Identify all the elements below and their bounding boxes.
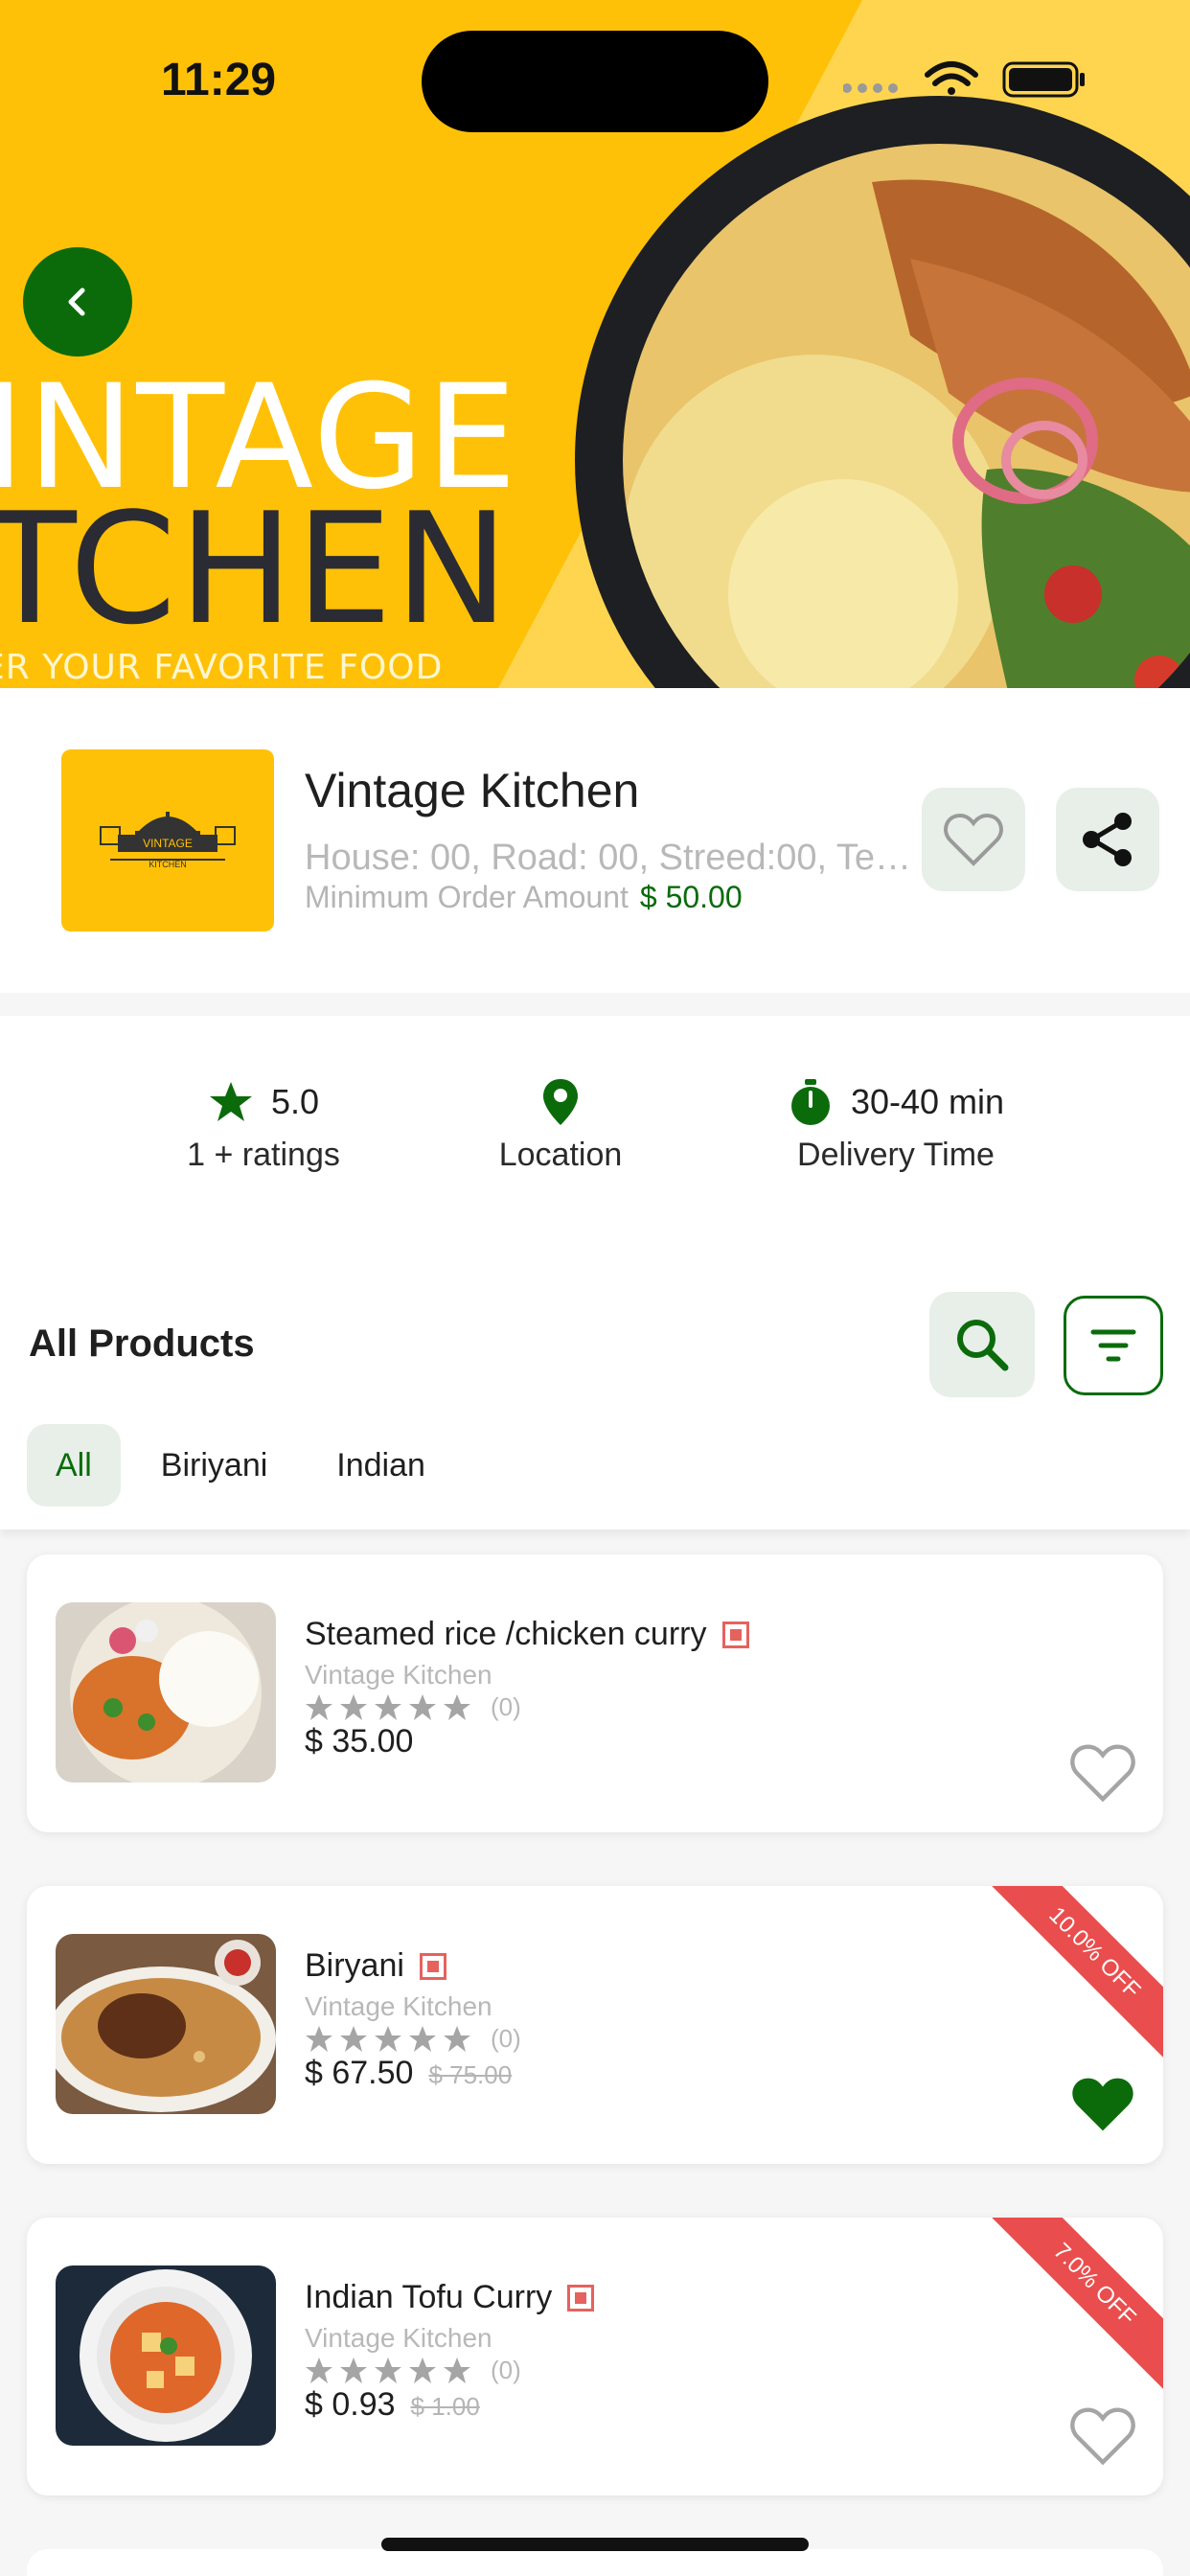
products-header: All Products All Biriyani Indian [0, 1236, 1190, 1530]
restaurant-info-card: VINTAGE KITCHEN Vintage Kitchen House: 0… [0, 688, 1190, 993]
product-price: $ 0.93 [305, 2386, 396, 2423]
min-order-value: $ 50.00 [639, 880, 743, 914]
restaurant-name: Vintage Kitchen [305, 764, 640, 817]
logo-cloche-icon: VINTAGE KITCHEN [100, 812, 236, 869]
restaurant-stats: 5.0 1 + ratings Location 30-40 min Deliv… [0, 1016, 1190, 1236]
star-rating-icon [306, 2025, 470, 2052]
discount-ribbon: 10.0% OFF [988, 1886, 1163, 2059]
home-indicator[interactable] [381, 2538, 809, 2551]
product-price: $ 67.50 [305, 2055, 414, 2091]
search-icon [957, 1320, 1009, 1371]
star-rating-icon [306, 1693, 470, 1720]
location-pin-icon [543, 1079, 578, 1125]
back-chevron-icon [68, 288, 85, 316]
product-image [56, 1602, 276, 1782]
delivery-time-label: Delivery Time [797, 1137, 995, 1173]
status-icons [843, 61, 1085, 98]
product-name: Steamed rice /chicken curry [305, 1616, 707, 1652]
min-order-label: Minimum Order Amount [305, 880, 629, 914]
product-card[interactable]: 7.0% OFF Indian Tofu Curry Vintage Kitch… [27, 2218, 1163, 2496]
star-rating-icon [306, 2357, 470, 2383]
category-chips: All Biriyani Indian [27, 1424, 454, 1506]
product-card[interactable]: 10.0% OFF Biryani Vintage Kitchen (0) $ … [27, 1886, 1163, 2164]
product-restaurant: Vintage Kitchen [305, 2323, 492, 2353]
product-name: Indian Tofu Curry [305, 2279, 553, 2315]
back-button[interactable] [23, 247, 132, 356]
status-time: 11:29 [161, 55, 277, 105]
non-veg-icon [419, 1952, 446, 1980]
chip-all[interactable]: All [27, 1424, 121, 1506]
signal-icon [843, 83, 898, 93]
chip-biriyani[interactable]: Biriyani [132, 1424, 296, 1506]
heart-outline-icon[interactable] [1069, 2405, 1136, 2467]
chip-indian[interactable]: Indian [308, 1424, 454, 1506]
min-order-row: Minimum Order Amount $ 50.00 [305, 880, 743, 915]
location-label: Location [498, 1137, 623, 1173]
rating-count: (0) [491, 2356, 521, 2384]
restaurant-address: House: 00, Road: 00, Streed:00, Test Cit… [305, 838, 918, 878]
heart-outline-icon[interactable] [1069, 1742, 1136, 1804]
delivery-time-value: 30-40 min [850, 1082, 1005, 1121]
product-rating: (0) [305, 1692, 521, 1722]
product-restaurant: Vintage Kitchen [305, 1991, 492, 2021]
banner-text-line2: TCHEN [0, 479, 512, 658]
filter-icon [1090, 1329, 1136, 1362]
rating-count: (0) [491, 2024, 521, 2053]
banner-text-line3: ER YOUR FAVORITE FOOD [0, 648, 444, 687]
restaurant-logo: VINTAGE KITCHEN [61, 749, 274, 932]
non-veg-icon [721, 1621, 749, 1648]
product-image [56, 1934, 276, 2114]
products-title: All Products [29, 1322, 255, 1365]
rating-stat[interactable]: 5.0 1 + ratings [182, 1075, 345, 1174]
product-restaurant: Vintage Kitchen [305, 1660, 492, 1690]
wifi-icon [925, 61, 978, 95]
price-row: $ 35.00 [305, 1723, 413, 1760]
price-row: $ 67.50 $ 75.00 [305, 2055, 512, 2092]
heart-filled-icon[interactable] [1069, 2074, 1136, 2135]
rating-count: (0) [491, 1692, 521, 1721]
svg-text:KITCHEN: KITCHEN [149, 860, 187, 869]
search-button[interactable] [929, 1292, 1035, 1397]
product-old-price: $ 1.00 [410, 2392, 480, 2421]
product-image [56, 2266, 276, 2446]
rating-label: 1 + ratings [187, 1137, 340, 1173]
product-name: Biryani [305, 1947, 404, 1984]
product-name-row: Indian Tofu Curry [305, 2279, 595, 2316]
filter-button[interactable] [1064, 1296, 1163, 1395]
favorite-restaurant-button[interactable] [922, 788, 1025, 891]
product-name-row: Biryani [305, 1947, 446, 1985]
star-icon [209, 1082, 252, 1121]
product-old-price: $ 75.00 [428, 2060, 513, 2089]
delivery-time-stat: 30-40 min Delivery Time [786, 1075, 1006, 1174]
dynamic-island [422, 31, 768, 132]
discount-ribbon: 7.0% OFF [988, 2218, 1163, 2391]
product-rating: (0) [305, 2356, 521, 2385]
rating-value: 5.0 [270, 1082, 320, 1121]
heart-outline-icon [944, 813, 1003, 866]
product-price: $ 35.00 [305, 1723, 414, 1760]
price-row: $ 0.93 $ 1.00 [305, 2386, 480, 2424]
battery-icon [1002, 61, 1085, 98]
product-rating: (0) [305, 2024, 521, 2054]
product-card[interactable]: Steamed rice /chicken curry Vintage Kitc… [27, 1554, 1163, 1832]
share-button[interactable] [1056, 788, 1159, 891]
share-icon [1083, 813, 1132, 866]
product-card-partial[interactable] [27, 2549, 1163, 2576]
timer-icon [790, 1079, 830, 1125]
product-name-row: Steamed rice /chicken curry [305, 1616, 749, 1653]
non-veg-icon [567, 2284, 595, 2312]
location-stat[interactable]: Location [489, 1075, 632, 1174]
svg-text:VINTAGE: VINTAGE [143, 837, 193, 850]
